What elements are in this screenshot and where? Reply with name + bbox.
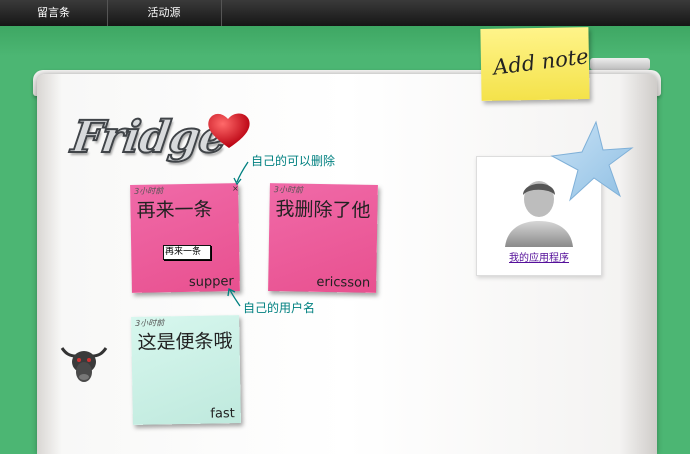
my-apps-link[interactable]: 我的应用程序 <box>477 249 601 264</box>
star-icon <box>550 120 634 202</box>
annotation-username: 自己的用户名 <box>243 301 316 315</box>
bull-magnet-icon <box>60 347 108 382</box>
annotation-delete: 自己的可以删除 <box>251 154 336 168</box>
